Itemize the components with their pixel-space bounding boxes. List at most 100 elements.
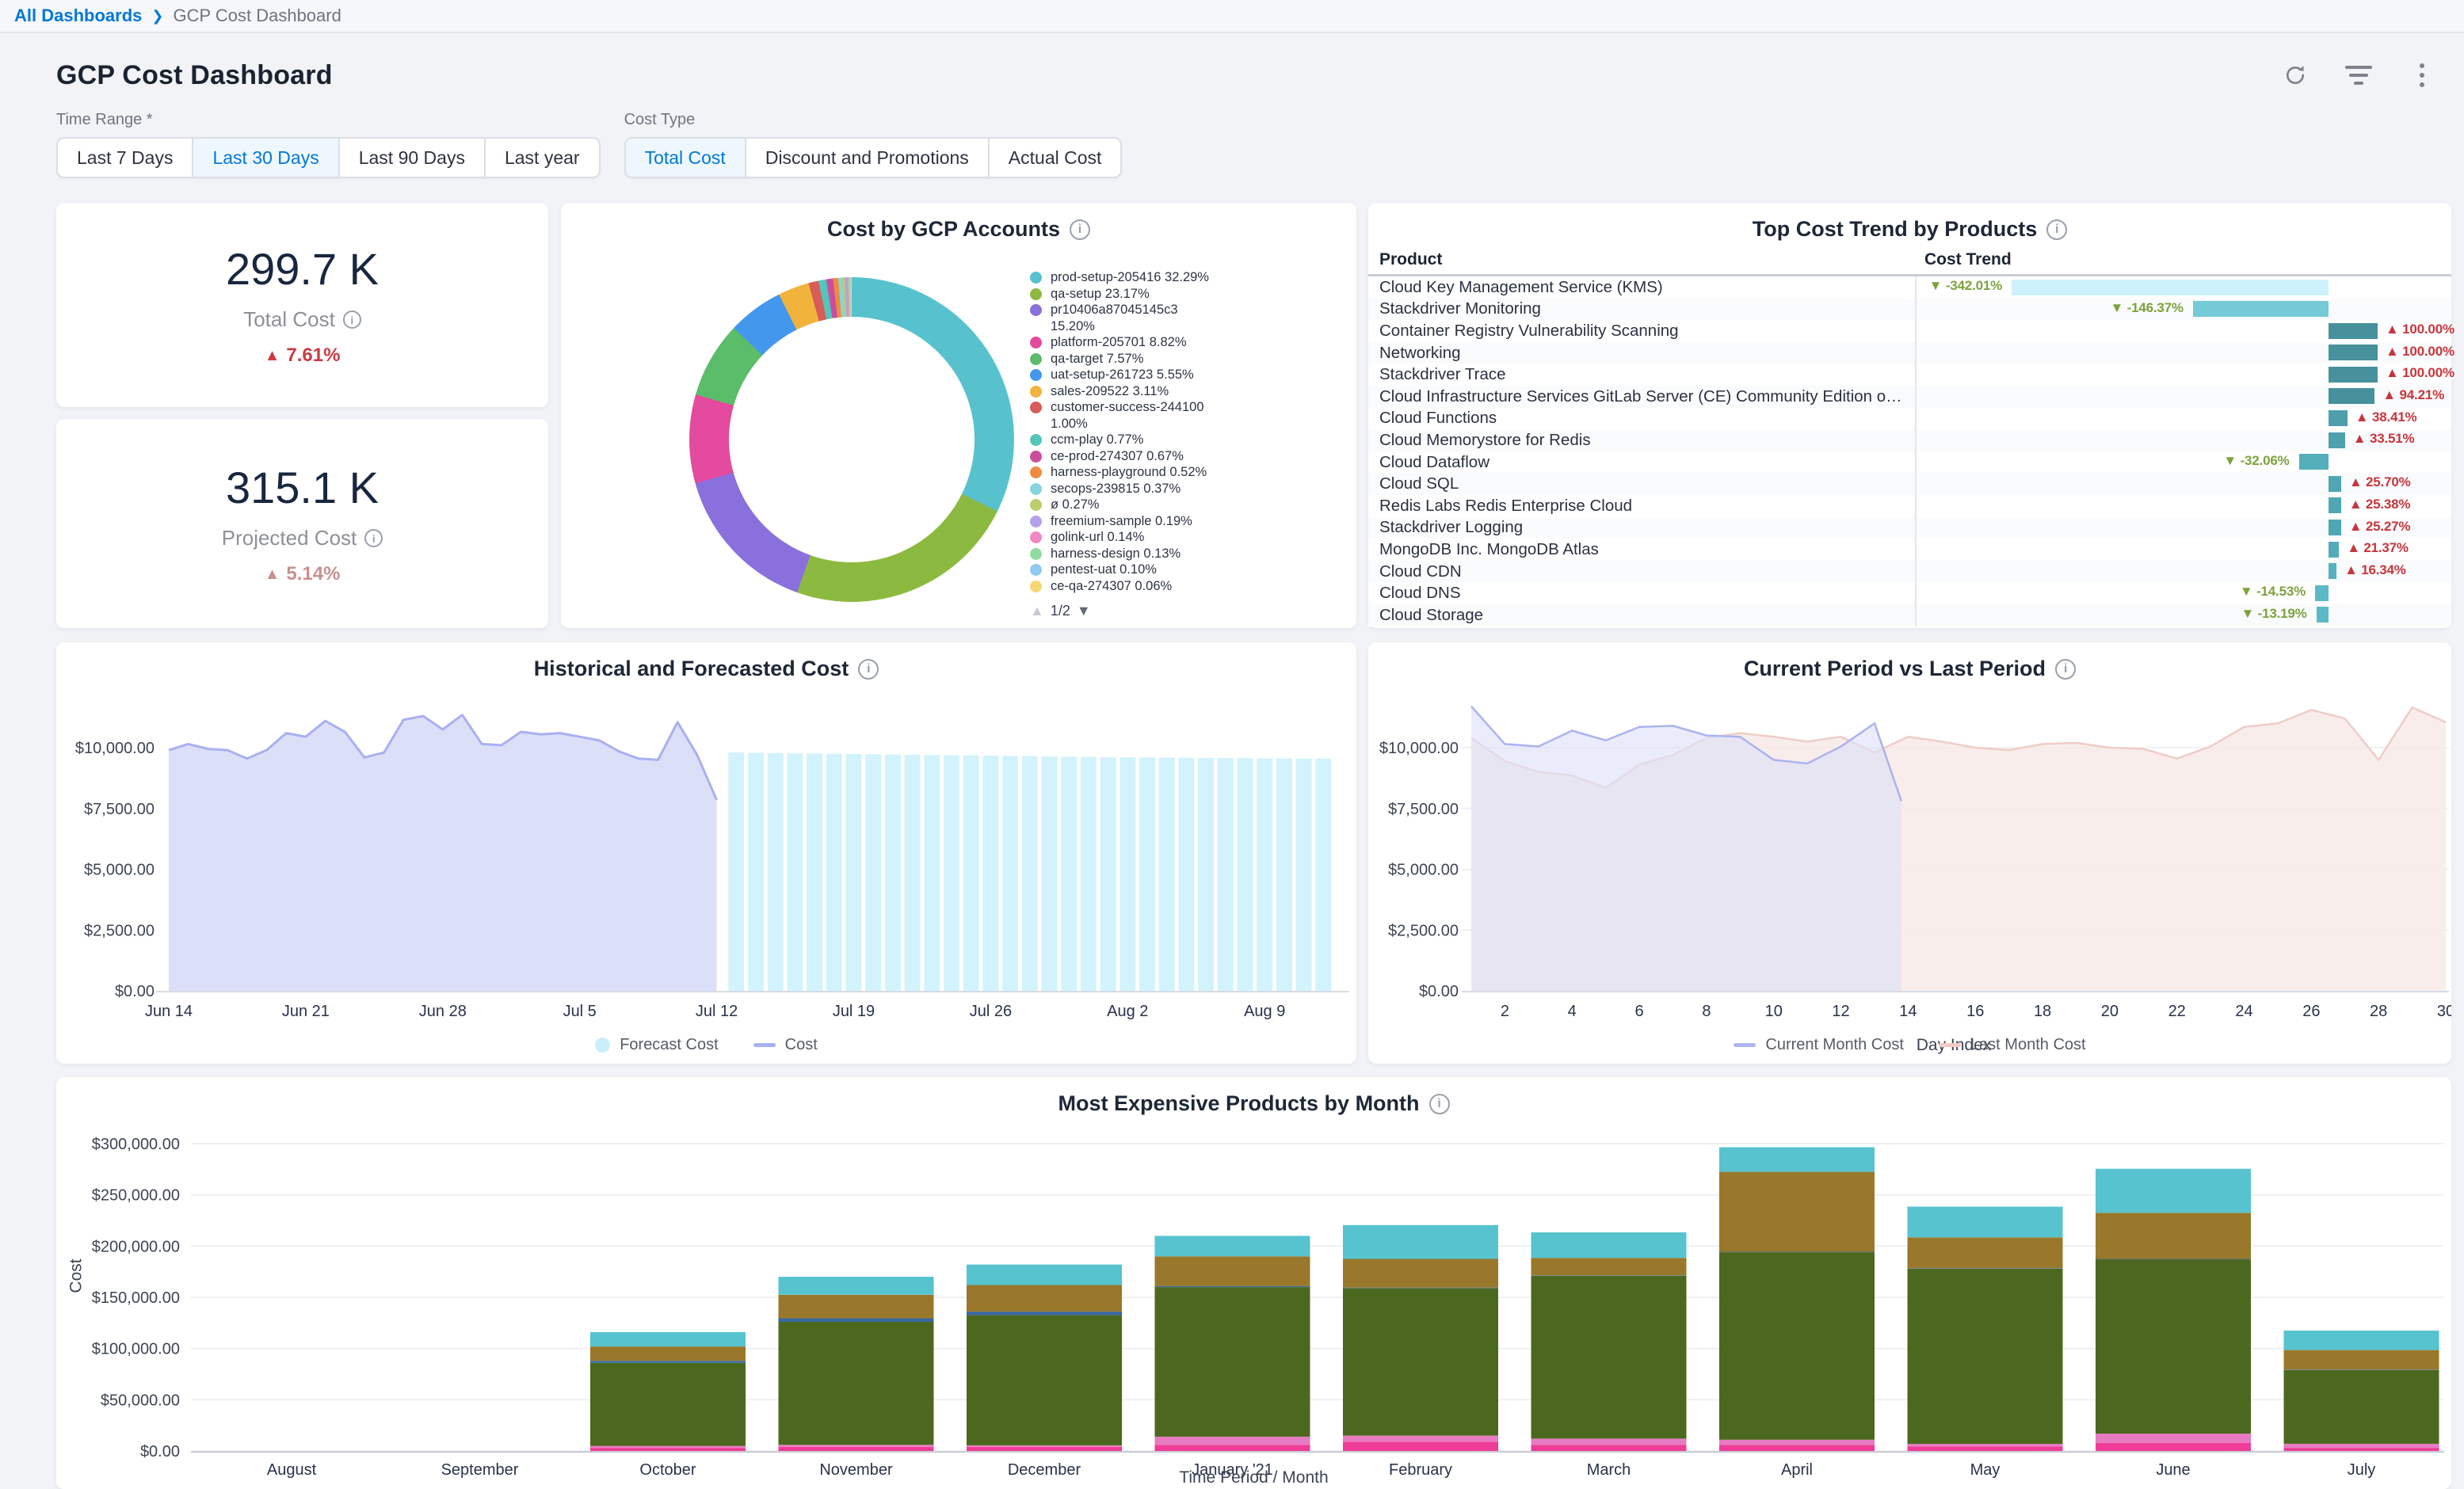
breadcrumb-link-all-dashboards[interactable]: All Dashboards: [14, 6, 142, 26]
svg-text:$5,000.00: $5,000.00: [84, 862, 154, 879]
donut-legend-item-11[interactable]: secops-239815 0.37%: [1030, 481, 1339, 497]
trend-bar[interactable]: [2329, 476, 2341, 492]
trend-percent: ▲ 25.27%: [2349, 519, 2411, 535]
trend-table-row-3: Networking▲ 100.00%: [1368, 342, 2451, 364]
breadcrumb: All Dashboards ❯ GCP Cost Dashboard: [0, 0, 2464, 33]
trend-bar[interactable]: [2329, 367, 2378, 383]
donut-legend-item-2[interactable]: pr10406a87045145c3 15.20%: [1030, 302, 1339, 334]
legend-item-label: ccm-play 0.77%: [1051, 432, 1143, 448]
info-icon[interactable]: i: [2046, 219, 2067, 240]
legend-dot-icon: [1030, 531, 1042, 543]
trend-bar[interactable]: [2012, 280, 2329, 295]
donut-legend-item-14[interactable]: golink-url 0.14%: [1030, 529, 1339, 546]
legend-page-down-icon[interactable]: ▼: [1077, 603, 1091, 619]
trend-percent: ▲ 38.41%: [2355, 409, 2417, 425]
donut-legend-item-16[interactable]: pentest-uat 0.10%: [1030, 562, 1339, 578]
donut-legend-item-15[interactable]: harness-design 0.13%: [1030, 546, 1339, 562]
donut-legend-item-13[interactable]: freemium-sample 0.19%: [1030, 513, 1339, 530]
info-icon[interactable]: i: [343, 310, 361, 329]
info-icon[interactable]: i: [364, 529, 383, 547]
legend-item-label: uat-setup-261723 5.55%: [1051, 367, 1194, 383]
gcp-accounts-donut-chart[interactable]: [689, 277, 1014, 602]
trend-bar[interactable]: [2329, 563, 2336, 579]
product-name: Stackdriver Trace: [1368, 365, 1902, 384]
cost-type-option-1[interactable]: Discount and Promotions: [745, 139, 988, 177]
time-range-option-2[interactable]: Last 90 Days: [338, 139, 484, 177]
donut-legend-item-7[interactable]: customer-success-244100 1.00%: [1030, 399, 1339, 432]
trend-bar[interactable]: [2193, 301, 2329, 317]
legend-item-cost[interactable]: Cost: [753, 1036, 818, 1054]
legend-item-forecast-cost[interactable]: Forecast Cost: [595, 1036, 718, 1054]
time-range-option-1[interactable]: Last 30 Days: [192, 139, 338, 177]
cost-type-option-2[interactable]: Actual Cost: [988, 139, 1121, 177]
trend-percent: ▼ -32.06%: [2223, 453, 2289, 469]
legend-dot-icon: [1030, 353, 1042, 365]
trend-table-row-10: Redis Labs Redis Enterprise Cloud▲ 25.38…: [1368, 495, 2451, 517]
trend-bar[interactable]: [2329, 432, 2345, 448]
donut-legend-item-10[interactable]: harness-playground 0.52%: [1030, 464, 1339, 481]
product-name: Cloud CDN: [1368, 562, 1902, 581]
cost-type-option-0[interactable]: Total Cost: [626, 139, 745, 177]
donut-legend-item-12[interactable]: ø 0.27%: [1030, 497, 1339, 513]
legend-page-up-icon[interactable]: ▲: [1030, 603, 1044, 619]
trend-bar[interactable]: [2299, 454, 2329, 470]
period-comparison-chart[interactable]: $10,000.00$7,500.00$5,000.00$2,500.00$0.…: [1368, 642, 2451, 1064]
info-icon[interactable]: i: [1070, 219, 1090, 240]
donut-legend-item-9[interactable]: ce-prod-274307 0.67%: [1030, 448, 1339, 465]
svg-text:4: 4: [1568, 1003, 1577, 1020]
trend-bar[interactable]: [2329, 520, 2341, 535]
legend-dot-icon: [1030, 402, 1042, 413]
time-range-option-3[interactable]: Last year: [484, 139, 599, 177]
trend-bar[interactable]: [2329, 345, 2378, 360]
trend-bar[interactable]: [2329, 410, 2348, 426]
kebab-menu-icon[interactable]: [2409, 62, 2435, 89]
donut-legend-item-5[interactable]: uat-setup-261723 5.55%: [1030, 367, 1339, 383]
trend-table-body: Cloud Key Management Service (KMS)▼ -342…: [1368, 276, 2451, 626]
legend-dot-icon: [1030, 451, 1042, 463]
donut-legend-item-1[interactable]: qa-setup 23.17%: [1030, 286, 1339, 303]
current-month-swatch-icon: [1734, 1043, 1756, 1047]
donut-legend-item-3[interactable]: platform-205701 8.82%: [1030, 334, 1339, 351]
svg-text:$150,000.00: $150,000.00: [92, 1289, 180, 1307]
donut-legend-item-6[interactable]: sales-209522 3.11%: [1030, 383, 1339, 400]
legend-item-label: ø 0.27%: [1051, 497, 1099, 513]
product-name: Cloud Infrastructure Services GitLab Ser…: [1368, 387, 1902, 406]
monthly-stacked-bar-chart[interactable]: $300,000.00$250,000.00$200,000.00$150,00…: [56, 1077, 2451, 1489]
refresh-icon[interactable]: [2282, 62, 2309, 89]
cost-trend-cell: ▼ -146.37%: [1915, 299, 2451, 321]
trend-bar[interactable]: [2329, 542, 2339, 558]
breadcrumb-current: GCP Cost Dashboard: [173, 6, 341, 26]
svg-text:$0.00: $0.00: [115, 983, 154, 1000]
product-name: MongoDB Inc. MongoDB Atlas: [1368, 540, 1902, 559]
legend-item-label: pentest-uat 0.10%: [1051, 562, 1157, 578]
time-range-option-0[interactable]: Last 7 Days: [58, 139, 192, 177]
trend-bar[interactable]: [2329, 388, 2374, 404]
filter-icon[interactable]: [2345, 62, 2372, 89]
total-cost-delta: ▲7.61%: [265, 345, 341, 367]
donut-legend: prod-setup-205416 32.29%qa-setup 23.17%p…: [1030, 269, 1339, 594]
product-name: Cloud SQL: [1368, 474, 1902, 493]
trend-table-row-11: Stackdriver Logging▲ 25.27%: [1368, 517, 2451, 539]
donut-legend-item-17[interactable]: ce-qa-274307 0.06%: [1030, 578, 1339, 595]
legend-item-label: qa-target 7.57%: [1051, 351, 1143, 367]
legend-item-current-month[interactable]: Current Month Cost: [1734, 1036, 1904, 1054]
legend-item-label: qa-setup 23.17%: [1051, 286, 1150, 303]
donut-legend-item-4[interactable]: qa-target 7.57%: [1030, 351, 1339, 367]
header-actions: [2282, 62, 2440, 89]
trend-bar[interactable]: [2329, 323, 2378, 339]
historical-forecast-chart[interactable]: $10,000.00$7,500.00$5,000.00$2,500.00$0.…: [56, 642, 1356, 1064]
donut-legend-item-8[interactable]: ccm-play 0.77%: [1030, 432, 1339, 448]
legend-pagination: ▲ 1/2 ▼: [1030, 603, 1091, 619]
product-name: Redis Labs Redis Enterprise Cloud: [1368, 497, 1902, 516]
svg-text:$250,000.00: $250,000.00: [92, 1187, 180, 1205]
forecast-swatch-icon: [595, 1038, 610, 1053]
trend-table-row-8: Cloud Dataflow▼ -32.06%: [1368, 451, 2451, 474]
legend-dot-icon: [1030, 337, 1042, 348]
trend-bar[interactable]: [2329, 497, 2341, 513]
trend-bar[interactable]: [2317, 607, 2329, 623]
trend-percent: ▲ 94.21%: [2382, 387, 2444, 403]
donut-legend-item-0[interactable]: prod-setup-205416 32.29%: [1030, 269, 1339, 286]
trend-percent: ▼ -146.37%: [2110, 300, 2183, 316]
legend-item-last-month[interactable]: Last Month Cost: [1939, 1036, 2086, 1054]
trend-bar[interactable]: [2315, 585, 2329, 601]
